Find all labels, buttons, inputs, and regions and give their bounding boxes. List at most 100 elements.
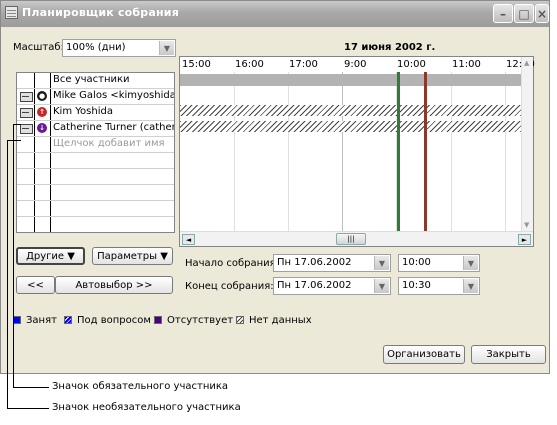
scale-value: 100% (дни)	[66, 42, 126, 53]
meeting-end-label: Конец собрания:	[185, 281, 274, 292]
attendee-name: Mike Galos <kimyoshida@m	[53, 90, 174, 101]
hour-label: 17:00	[289, 59, 318, 70]
list-item[interactable]: ↑ Kim Yoshida	[17, 105, 174, 121]
hour-label: 10:00	[397, 59, 426, 70]
callout-line-required	[13, 124, 14, 387]
meeting-end-line[interactable]	[424, 72, 427, 232]
chevron-down-icon: ▼	[463, 256, 478, 270]
callout-line-optional	[7, 408, 49, 409]
empty-row	[17, 217, 174, 232]
meeting-start-label: Начало собрания:	[185, 258, 280, 269]
hour-label: 9:00	[344, 59, 367, 70]
attendee-list: Все участники ● Mike Galos <kimyoshida@m…	[16, 72, 175, 233]
legend-nodata: Нет данных	[249, 315, 312, 326]
scale-label: Масштаб:	[13, 42, 64, 53]
cell	[17, 217, 35, 232]
callout-line-required	[13, 124, 21, 125]
cell	[17, 169, 35, 184]
hour-label: 11:00	[452, 59, 481, 70]
mail-icon	[20, 108, 33, 118]
day-divider	[342, 72, 343, 232]
others-button[interactable]: Другие ▼	[16, 247, 85, 265]
empty-row	[17, 153, 174, 169]
close-icon[interactable]: ×	[535, 4, 549, 23]
minimize-icon[interactable]: –	[493, 4, 513, 23]
meeting-start-line[interactable]	[397, 72, 400, 232]
no-data-bar	[180, 105, 533, 116]
list-item[interactable]: ● Mike Galos <kimyoshida@m	[17, 89, 174, 105]
callout-optional-label: Значок необязательного участника	[52, 402, 241, 413]
cell	[34, 73, 51, 88]
cell	[34, 217, 51, 232]
callout-required-label: Значок обязательного участника	[52, 381, 229, 392]
callout-line-required	[13, 387, 49, 388]
tentative-swatch	[64, 316, 72, 324]
add-attendee-placeholder: Щелчок добавит имя	[53, 138, 165, 149]
chevron-down-icon[interactable]: ▼	[524, 221, 529, 229]
cell: ●	[34, 89, 51, 104]
legend-away: Отсутствует	[167, 315, 234, 326]
scroll-thumb[interactable]: |||	[336, 233, 366, 245]
autopick-button[interactable]: Автовыбор >>	[55, 276, 173, 294]
chevron-down-icon: ▼	[374, 256, 389, 270]
options-button-label: Параметры	[97, 250, 157, 262]
free-busy-timeline[interactable]: 15:00 16:00 17:00 9:00 10:00 11:00 12:00…	[179, 56, 535, 247]
cell	[17, 89, 35, 104]
organizer-icon: ●	[37, 91, 47, 101]
organize-button[interactable]: Организовать	[383, 345, 465, 364]
maximize-icon[interactable]: □	[514, 4, 534, 23]
mail-icon	[20, 124, 33, 134]
options-button[interactable]: Параметры ▼	[92, 247, 173, 265]
dropdown-arrow-icon: ▼	[160, 250, 168, 262]
chevron-down-icon: ▼	[374, 279, 389, 293]
cell: ↓	[34, 121, 51, 136]
gridline	[288, 72, 289, 232]
empty-row	[17, 201, 174, 217]
all-attendees-label: Все участники	[53, 74, 130, 85]
cell	[17, 73, 35, 88]
legend-busy: Занят	[26, 315, 57, 326]
cell: ↑	[34, 105, 51, 120]
window-title: Планировщик собрания	[22, 6, 179, 19]
others-button-label: Другие	[26, 250, 65, 262]
dropdown-arrow-icon: ▼	[67, 250, 75, 262]
chevron-up-icon[interactable]: ▲	[524, 59, 529, 67]
cell	[34, 185, 51, 200]
mail-icon	[20, 92, 33, 102]
cell	[17, 185, 35, 200]
date-header: 17 июня 2002 г.	[344, 42, 436, 53]
gridline	[234, 72, 235, 232]
no-data-bar	[180, 121, 533, 132]
end-time-value: 10:30	[402, 280, 431, 291]
empty-row	[17, 185, 174, 201]
start-time-select[interactable]: 10:00 ▼	[398, 254, 480, 272]
all-attendees-bar	[180, 74, 533, 86]
chevron-left-icon[interactable]: ◄	[182, 234, 195, 245]
away-swatch	[154, 316, 162, 324]
end-date-select[interactable]: Пн 17.06.2002 ▼	[273, 277, 391, 295]
cell	[34, 153, 51, 168]
list-item[interactable]: Все участники	[17, 73, 174, 89]
list-item[interactable]: ↓ Catherine Turner (catherine	[17, 121, 174, 137]
horizontal-scrollbar[interactable]: ◄ ||| ►	[180, 231, 533, 246]
chevron-down-icon: ▼	[159, 41, 174, 55]
prev-autopick-button[interactable]: <<	[16, 276, 55, 294]
cell	[34, 169, 51, 184]
scale-select[interactable]: 100% (дни) ▼	[62, 39, 176, 57]
attendee-name: Catherine Turner (catherine	[53, 122, 174, 133]
optional-attendee-icon[interactable]: ↓	[37, 123, 47, 133]
cell	[17, 105, 35, 120]
legend-tentative: Под вопросом	[77, 315, 151, 326]
end-time-select[interactable]: 10:30 ▼	[398, 277, 480, 295]
add-attendee-row[interactable]: Щелчок добавит имя	[17, 137, 174, 153]
vertical-scrollbar[interactable]: ▲ ▼	[521, 57, 533, 231]
start-date-select[interactable]: Пн 17.06.2002 ▼	[273, 254, 391, 272]
close-button[interactable]: Закрыть	[471, 345, 546, 364]
chevron-right-icon[interactable]: ►	[518, 234, 531, 245]
cell	[17, 201, 35, 216]
start-date-value: Пн 17.06.2002	[277, 257, 352, 268]
required-attendee-icon[interactable]: ↑	[37, 107, 47, 117]
busy-swatch	[13, 316, 21, 324]
hour-label: 16:00	[235, 59, 264, 70]
start-time-value: 10:00	[402, 257, 431, 268]
